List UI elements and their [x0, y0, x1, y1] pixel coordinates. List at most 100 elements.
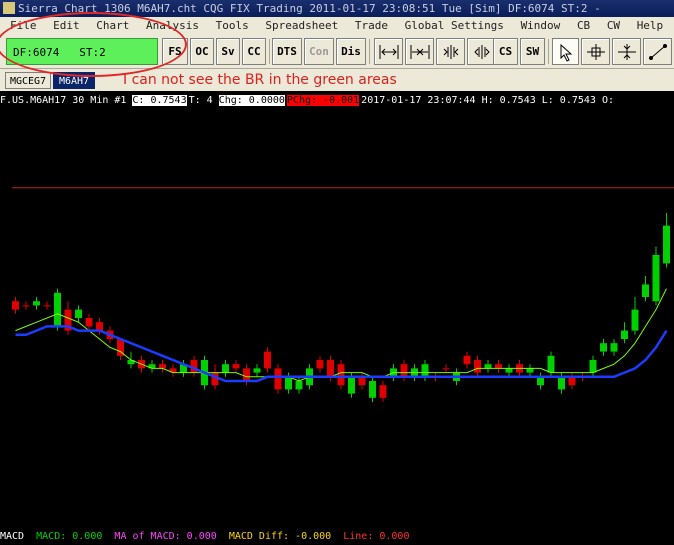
candle-body [295, 381, 303, 390]
dts-button[interactable]: DTS [272, 38, 302, 65]
candle-body [652, 255, 660, 302]
menu-spreadsheet[interactable]: Spreadsheet [265, 19, 338, 32]
bar-spacing-increase-icon [443, 45, 458, 59]
arrows-out-icon [379, 45, 398, 59]
menu-cw[interactable]: CW [607, 19, 620, 32]
candle-body [610, 343, 618, 352]
candle-body [348, 376, 355, 394]
candle [621, 322, 628, 344]
candle-body [33, 301, 40, 306]
macd-value: MACD: 0.000 [36, 531, 103, 542]
candle [232, 360, 240, 373]
candle [295, 376, 303, 394]
candle [642, 276, 649, 302]
candle [264, 347, 271, 373]
window-title: Sierra Chart 1306 M6AH7.cht CQG FIX Trad… [18, 2, 601, 15]
candle [568, 372, 576, 390]
menu-file[interactable]: File [10, 19, 37, 32]
candle-body [558, 376, 565, 390]
menu-cb[interactable]: CB [577, 19, 590, 32]
pointer-tool-button[interactable] [552, 38, 579, 65]
cursor-pointer-icon [560, 44, 572, 62]
price-chart[interactable] [0, 108, 674, 528]
candle-body [243, 368, 250, 381]
value-tool-button[interactable] [612, 38, 641, 65]
candle [253, 364, 261, 377]
candle-body [600, 343, 607, 352]
menu-edit[interactable]: Edit [53, 19, 80, 32]
menu-global-settings[interactable]: Global Settings [405, 19, 504, 32]
candle [442, 364, 450, 373]
line-tool-button[interactable] [643, 38, 672, 65]
candle-body [568, 376, 576, 386]
menu-analysis[interactable]: Analysis [146, 19, 199, 32]
sw-button[interactable]: SW [520, 38, 545, 65]
candle-body [232, 364, 240, 369]
candle [474, 355, 481, 377]
menu-tools[interactable]: Tools [216, 19, 249, 32]
cs-button[interactable]: CS [493, 38, 518, 65]
candle [316, 355, 324, 373]
close-value: C: 0.7543 [132, 95, 187, 106]
candle-body [85, 318, 93, 327]
candle [484, 360, 492, 373]
candle [22, 301, 30, 310]
high-value: H: 0.7543 [481, 95, 536, 106]
candle-body [253, 368, 261, 373]
candle [159, 360, 166, 373]
candle [663, 213, 670, 268]
bar-spacing-decrease-button[interactable] [467, 38, 496, 65]
candle [495, 360, 502, 373]
datetime-value: 2017-01-17 23:07:44 [361, 95, 476, 106]
candle [505, 364, 513, 377]
macd-diff-value: MACD Diff: -0.000 [228, 531, 332, 542]
candle-body [12, 301, 19, 310]
crosshair-icon [586, 44, 605, 60]
macd-title: MACD [0, 531, 25, 542]
disconnect-button[interactable]: Dis [336, 38, 366, 65]
macd-ma-value: MA of MACD: 0.000 [114, 531, 217, 542]
bar-spacing-increase-button[interactable] [436, 38, 465, 65]
tab-m6ah7[interactable]: M6AH7 [53, 72, 95, 89]
macd-line-value: Line: 0.000 [343, 531, 410, 542]
menu-chart[interactable]: Chart [96, 19, 129, 32]
scale-compress-button[interactable] [405, 38, 434, 65]
candle [337, 360, 345, 390]
data-feed-status: DF:6074 [13, 46, 60, 59]
change-value: Chg: 0.0000 [218, 95, 285, 106]
toolbar-separator [269, 39, 270, 64]
crosshair-tool-button[interactable] [581, 38, 610, 65]
candle-body [537, 376, 544, 386]
sv-button[interactable]: Sv [216, 38, 240, 65]
symbol-label: F.US.M6AH17 [0, 95, 67, 106]
candle [12, 297, 19, 314]
candle [369, 376, 376, 402]
candle-body [421, 364, 429, 377]
menu-trade[interactable]: Trade [355, 19, 388, 32]
menu-help[interactable]: Help [637, 19, 664, 32]
toolbar-separator [548, 39, 549, 64]
candle-body [589, 360, 597, 373]
candle-body [547, 355, 555, 373]
value-tool-icon [617, 44, 636, 60]
fs-button[interactable]: FS [162, 38, 188, 65]
chart-number: #1 [114, 95, 127, 106]
trades-value: T: 4 [188, 95, 213, 106]
candle-body [337, 364, 345, 386]
macd-legend: MACD MACD: 0.000 MA of MACD: 0.000 MACD … [0, 530, 674, 543]
connect-button[interactable]: Con [304, 38, 334, 65]
tab-mgceg7[interactable]: MGCEG7 [5, 72, 51, 89]
chart-header: F.US.M6AH17 30 Min #1 C: 0.7543 T: 4 Chg: 0.0… [0, 94, 674, 108]
candle [589, 355, 597, 377]
oc-button[interactable]: OC [190, 38, 214, 65]
menu-window[interactable]: Window [521, 19, 561, 32]
cc-button[interactable]: CC [242, 38, 266, 65]
candle-body [159, 364, 166, 369]
scale-expand-button[interactable] [374, 38, 403, 65]
toolbar: DF:6074 ST:2 FS OC Sv CC DTS Con Dis CS … [0, 35, 674, 69]
candle-body [379, 385, 387, 398]
candle-body [495, 364, 502, 369]
candle-body [369, 381, 376, 398]
candle-body [75, 309, 82, 318]
candle-body [274, 368, 282, 390]
